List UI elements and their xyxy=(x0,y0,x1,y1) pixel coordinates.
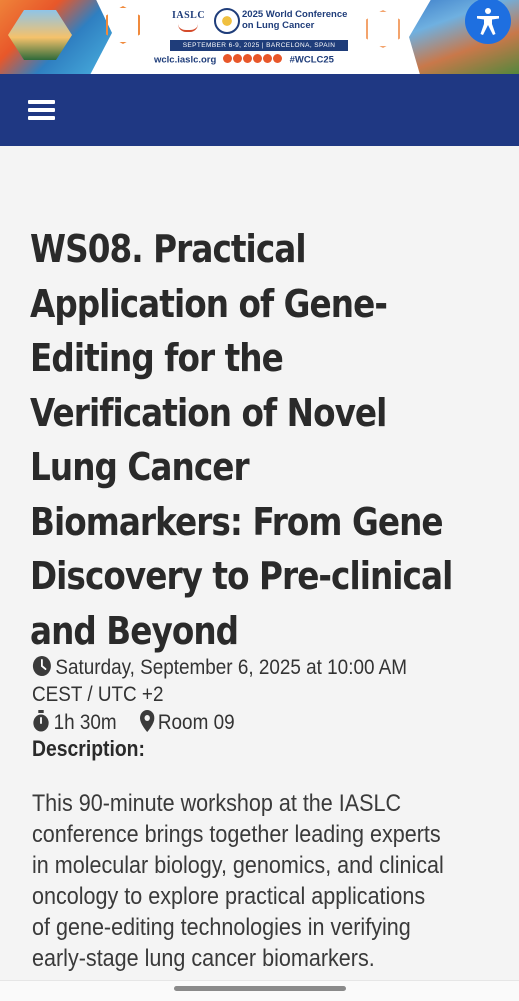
session-duration: 1h 30m xyxy=(53,711,117,734)
accessibility-button[interactable] xyxy=(465,0,511,44)
barcelona-photo-left xyxy=(0,0,112,74)
session-description: This 90-minute workshop at the IASLC con… xyxy=(32,790,444,972)
iaslc-swirl-icon xyxy=(178,24,198,32)
session-datetime-text: Saturday, September 6, 2025 at 10:00 AM xyxy=(55,656,408,679)
wclc-seal-icon xyxy=(214,8,240,34)
top-navbar xyxy=(0,74,519,146)
hexagon-decoration xyxy=(106,6,140,44)
conference-title: 2025 World Conference on Lung Cancer xyxy=(242,9,348,31)
iaslc-logo: IASLC xyxy=(172,10,206,21)
map-pin-icon xyxy=(139,710,155,739)
session-duration-room: 1h 30m Room 09 xyxy=(32,709,235,739)
description-label: Description: xyxy=(32,736,145,761)
session-detail: WS08. Practical Application of Gene- Edi… xyxy=(0,146,519,980)
accessibility-icon xyxy=(477,8,499,35)
conference-website: wclc.iaslc.org xyxy=(154,54,217,66)
hamburger-menu-icon[interactable] xyxy=(28,100,55,120)
social-icons xyxy=(222,54,283,66)
session-datetime: Saturday, September 6, 2025 at 10:00 AM xyxy=(32,654,407,684)
system-navigation-bar xyxy=(0,980,519,1001)
stopwatch-icon xyxy=(32,710,50,739)
session-room: Room 09 xyxy=(157,711,235,734)
conference-hashtag: #WCLC25 xyxy=(289,54,334,66)
banner-footer: wclc.iaslc.org #WCLC25 xyxy=(154,54,374,68)
session-timezone: CEST / UTC +2 xyxy=(32,683,164,706)
clock-icon xyxy=(32,655,52,684)
session-title: WS08. Practical Application of Gene- Edi… xyxy=(30,227,453,653)
conference-date-location: SEPTEMBER 6-9, 2025 | BARCELONA, SPAIN xyxy=(170,40,348,51)
conference-branding: IASLC 2025 World Conference on Lung Canc… xyxy=(154,4,356,70)
hexagon-decoration xyxy=(366,10,400,48)
conference-banner[interactable]: IASLC 2025 World Conference on Lung Canc… xyxy=(0,0,519,74)
home-indicator[interactable] xyxy=(174,986,346,991)
